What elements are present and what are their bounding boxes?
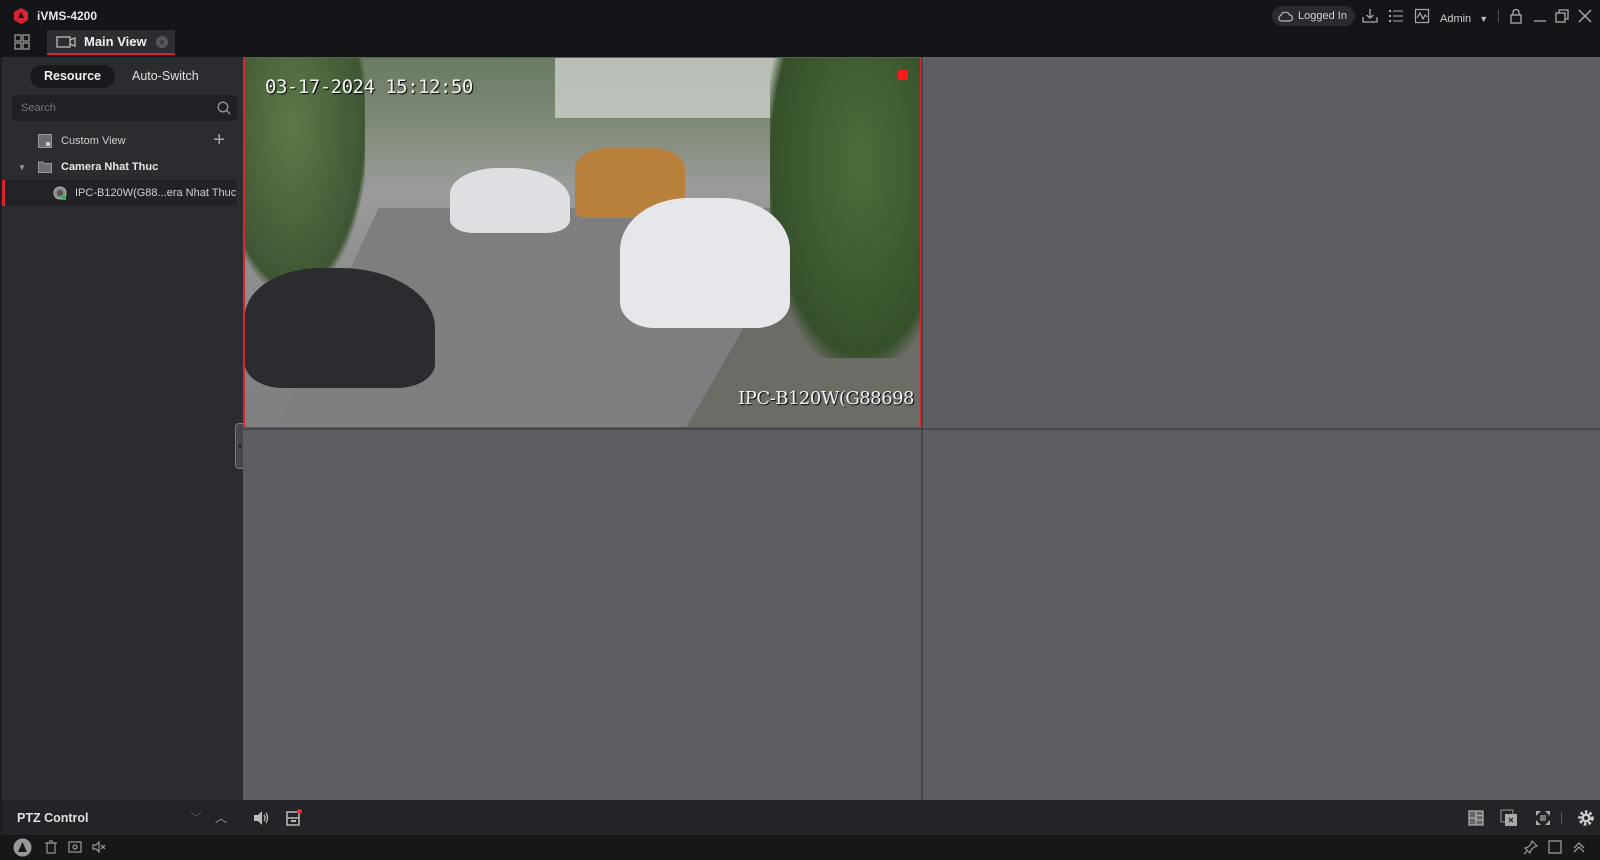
- recording-indicator-icon: [898, 70, 908, 80]
- tab-auto-switch[interactable]: Auto-Switch: [132, 65, 199, 88]
- custom-view-icon: [38, 134, 52, 148]
- video-window-4[interactable]: [923, 430, 1600, 800]
- record-icon[interactable]: [285, 809, 303, 827]
- lock-icon[interactable]: [1508, 8, 1524, 24]
- title-bar: iVMS-4200 Main View × Logged In Admin ▼: [0, 0, 1600, 57]
- video-frame-trees: [770, 58, 920, 358]
- app-title: iVMS-4200: [37, 9, 98, 23]
- cloud-icon: [1278, 10, 1293, 22]
- tree-item-label: IPC-B120W(G88...era Nhat Thuc: [75, 187, 237, 199]
- tab-close-icon[interactable]: ×: [156, 36, 168, 48]
- restore-icon[interactable]: [1554, 8, 1570, 24]
- task-list-icon[interactable]: [1388, 8, 1404, 24]
- video-window-3[interactable]: [243, 430, 921, 800]
- login-status-text: Logged In: [1298, 10, 1347, 22]
- tab-label: Main View: [84, 34, 147, 49]
- search-icon[interactable]: [217, 101, 231, 115]
- delete-icon[interactable]: [43, 839, 59, 855]
- alarm-icon[interactable]: [13, 838, 32, 857]
- video-window-1[interactable]: 03-17-2024 15:12:50 IPC-B120W(G88698: [244, 57, 921, 428]
- divider: [1498, 10, 1499, 22]
- close-icon[interactable]: [1577, 8, 1593, 24]
- video-frame-car: [450, 168, 570, 233]
- tree-item-camera[interactable]: IPC-B120W(G88...era Nhat Thuc: [2, 180, 237, 206]
- user-name: Admin: [1440, 13, 1472, 25]
- video-window-2[interactable]: [923, 57, 1600, 428]
- event-icon[interactable]: [67, 839, 83, 855]
- camera-icon: [53, 186, 67, 200]
- tree-item-label: Camera Nhat Thuc: [61, 161, 159, 173]
- ptz-control-label: PTZ Control: [17, 811, 89, 825]
- tree-item-camera-group[interactable]: ▼ Camera Nhat Thuc: [2, 154, 237, 180]
- download-icon[interactable]: [1362, 8, 1378, 24]
- video-camera-icon: [56, 36, 76, 48]
- mute-icon[interactable]: [91, 839, 107, 855]
- divider: [1561, 812, 1562, 824]
- tree-item-label: Custom View: [61, 135, 126, 147]
- live-view-toolbar: [243, 800, 1600, 835]
- control-panel-grid-icon[interactable]: [14, 34, 30, 50]
- video-frame-car: [245, 268, 435, 388]
- pin-icon[interactable]: [1523, 839, 1539, 855]
- window-layout-icon[interactable]: [1467, 809, 1485, 827]
- ptz-control-panel[interactable]: PTZ Control ﹀ ︿: [2, 800, 243, 835]
- folder-icon: [38, 161, 52, 173]
- minimize-icon[interactable]: [1532, 8, 1548, 24]
- osd-timestamp: 03-17-2024 15:12:50: [265, 76, 473, 98]
- status-bar: [0, 835, 1600, 860]
- osd-camera-name: IPC-B120W(G88698: [738, 388, 914, 409]
- add-custom-view-icon[interactable]: +: [213, 130, 225, 150]
- health-monitor-icon[interactable]: [1414, 8, 1430, 24]
- fullscreen-icon[interactable]: [1534, 809, 1552, 827]
- close-all-windows-icon[interactable]: [1500, 809, 1518, 827]
- chevron-down-icon[interactable]: ﹀: [190, 809, 202, 826]
- chevron-down-icon: ▼: [1479, 14, 1489, 24]
- user-menu[interactable]: Admin ▼: [1440, 9, 1488, 29]
- expand-arrow-icon[interactable]: ▼: [18, 163, 38, 172]
- video-frame-sky: [555, 58, 785, 118]
- settings-icon[interactable]: [1577, 809, 1595, 827]
- search-input[interactable]: [12, 95, 207, 121]
- resource-sidebar: Resource Auto-Switch Custom View + ▼ Cam…: [0, 57, 243, 800]
- tab-main-view[interactable]: Main View ×: [47, 30, 175, 55]
- search-box: [12, 95, 237, 121]
- tab-resource[interactable]: Resource: [30, 65, 115, 88]
- expand-up-icon[interactable]: [1571, 839, 1587, 855]
- login-status-badge[interactable]: Logged In: [1272, 6, 1355, 26]
- tree-item-custom-view[interactable]: Custom View +: [2, 128, 237, 154]
- video-frame-car: [620, 198, 790, 328]
- audio-icon[interactable]: [252, 809, 270, 827]
- app-logo-icon: [13, 8, 29, 24]
- sidebar-collapse-handle[interactable]: [235, 423, 243, 469]
- chevron-up-icon[interactable]: ︿: [215, 809, 227, 826]
- window-icon[interactable]: [1547, 839, 1563, 855]
